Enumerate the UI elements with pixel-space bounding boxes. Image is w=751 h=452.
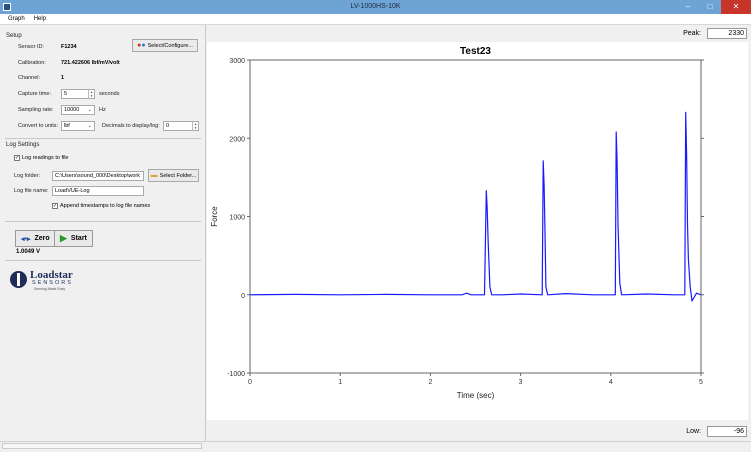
chart-title: Test23 — [460, 46, 491, 57]
x-tick-label: 1 — [338, 379, 342, 386]
play-icon: ▶ — [60, 233, 67, 243]
spinner-arrows-icon[interactable]: ▲ ▼ — [88, 90, 94, 98]
sensor-id-value: F1234 — [61, 44, 77, 50]
zero-button[interactable]: ◂•▸ Zero — [15, 230, 56, 247]
horizontal-scrollbar[interactable] — [2, 443, 202, 449]
setup-group-title: Setup — [6, 33, 22, 39]
minimize-button[interactable]: – — [677, 0, 699, 14]
log-folder-label: Log folder: — [14, 173, 40, 179]
zero-arrows-icon: ◂•▸ — [21, 235, 31, 243]
sampling-rate-select[interactable]: 10000 ⌄ — [61, 105, 95, 115]
x-tick-label: 5 — [699, 379, 703, 386]
sampling-rate-value: 10000 — [64, 107, 80, 113]
low-label: Low: — [686, 428, 701, 435]
low-value: -96 — [707, 426, 747, 437]
maximize-button[interactable]: □ — [699, 0, 721, 14]
divider — [5, 260, 201, 261]
settings-panel: Setup Sensor ID: F1234 ●● Select/Configu… — [0, 25, 206, 441]
window-controls: – □ ✕ — [677, 0, 751, 14]
append-timestamps-checkbox[interactable]: ✓ Append timestamps to log file names — [52, 203, 150, 209]
log-readings-label: Log readings to file — [22, 155, 69, 161]
y-tick-label: 1000 — [229, 215, 245, 222]
menu-graph[interactable]: Graph — [8, 16, 25, 22]
calibration-label: Calibration: — [18, 60, 46, 66]
capture-time-label: Capture time: — [18, 91, 52, 97]
voltage-readout: 1.0049 V — [16, 249, 41, 255]
loadstar-logo: Loadstar SENSORS Sensing Made Easy — [10, 269, 90, 295]
checkmark-icon: ✓ — [52, 203, 58, 209]
log-folder-value: C:\Users\sound_000\Desktop\work — [55, 173, 140, 179]
channel-value: 1 — [61, 75, 65, 81]
chevron-down-icon: ⌄ — [87, 123, 92, 129]
log-file-name-label: Log file name: — [14, 188, 49, 194]
app-icon — [3, 3, 11, 11]
plot-frame — [249, 59, 702, 374]
checkmark-icon: ✓ — [14, 155, 20, 161]
force-chart: Test23-100001000200030000 1 2 3 4 5Time (sec)… — [210, 46, 704, 400]
decimals-field[interactable]: 0 ▲ ▼ — [163, 121, 199, 131]
x-tick-label: 2 — [428, 379, 432, 386]
start-label: Start — [70, 235, 87, 242]
logo-tagline: Sensing Made Easy — [34, 287, 66, 291]
y-tick-label: 2000 — [229, 136, 245, 143]
log-settings-title: Log Settings — [6, 142, 40, 148]
y-tick-label: 0 — [241, 293, 245, 300]
select-folder-label: Select Folder... — [159, 172, 197, 179]
series-line-0 — [249, 111, 702, 302]
decimals-label: Decimals to display/log: — [102, 123, 160, 129]
logo-sub: SENSORS — [32, 280, 73, 286]
low-readout: Low: -96 — [686, 426, 747, 437]
x-axis-label: Time (sec) — [457, 391, 495, 400]
start-button[interactable]: ▶ Start — [54, 230, 93, 247]
select-folder-button[interactable]: ▬ Select Folder... — [148, 169, 199, 182]
divider — [5, 221, 201, 222]
log-file-name-field[interactable]: LoadVUE-Log — [52, 186, 144, 196]
select-configure-label: Select/Configure... — [147, 42, 193, 49]
capture-time-field[interactable]: 5 ▲ ▼ — [61, 89, 95, 99]
sampling-rate-unit: Hz — [99, 107, 106, 113]
convert-units-select[interactable]: lbf ⌄ — [61, 121, 95, 131]
peak-readout: Peak: 2330 — [683, 28, 747, 39]
divider — [5, 138, 201, 139]
decimals-value: 0 — [166, 123, 170, 129]
calibration-value: 721.422606 lbf/mV/volt — [61, 60, 120, 66]
folder-icon: ▬ — [150, 172, 158, 179]
plot-area: Test23 -1000 0 1000 2000 3000 0 1 2 3 4 5 Time (sec)… — [207, 42, 748, 420]
capture-time-unit: seconds — [99, 91, 120, 97]
zero-label: Zero — [34, 235, 50, 242]
close-button[interactable]: ✕ — [721, 0, 751, 14]
convert-units-label: Convert to units: — [18, 123, 59, 129]
y-tick-label: -1000 — [227, 371, 245, 378]
sensor-config-icon: ●● — [137, 42, 146, 49]
x-tick-label: 4 — [609, 379, 613, 386]
y-axis-label: Force — [210, 206, 219, 227]
menu-bar: Graph Help — [0, 14, 751, 25]
sampling-rate-label: Sampling rate: — [18, 107, 54, 113]
menu-help[interactable]: Help — [34, 16, 46, 22]
append-timestamps-label: Append timestamps to log file names — [60, 203, 151, 209]
sensor-id-label: Sensor ID: — [18, 44, 44, 50]
log-readings-checkbox[interactable]: ✓ Log readings to file — [14, 155, 68, 161]
channel-label: Channel: — [18, 75, 41, 81]
log-folder-field[interactable]: C:\Users\sound_000\Desktop\work — [52, 171, 144, 181]
x-tick-label: 3 — [519, 379, 523, 386]
spinner-arrows-icon[interactable]: ▲ ▼ — [192, 122, 198, 130]
window-title: LV-1000HS-10K — [350, 3, 401, 10]
capture-time-value: 5 — [64, 91, 68, 97]
log-file-name-value: LoadVUE-Log — [55, 188, 90, 194]
peak-label: Peak: — [683, 30, 701, 37]
select-configure-button[interactable]: ●● Select/Configure... — [132, 39, 198, 52]
x-tick-label: 0 — [248, 379, 252, 386]
y-tick-label: 3000 — [229, 58, 245, 65]
peak-value: 2330 — [707, 28, 747, 39]
convert-units-value: lbf — [64, 123, 70, 129]
chevron-down-icon: ⌄ — [87, 107, 92, 113]
logo-mark-icon — [10, 271, 27, 288]
window-titlebar: LV-1000HS-10K – □ ✕ — [0, 0, 751, 14]
